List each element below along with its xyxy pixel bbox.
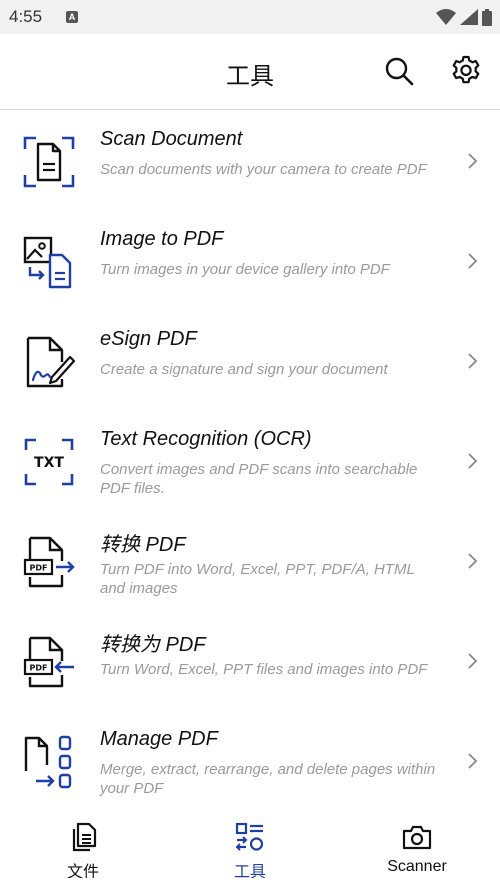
tool-title: 转换为 PDF [100,634,206,656]
pdf-badge-text: PDF [30,564,48,573]
bottom-nav: 文件 工具 Scanner [0,810,500,881]
tools-icon [235,822,264,851]
tool-manage-pdf[interactable]: Manage PDF Merge, extract, rearrange, an… [0,711,500,811]
signal-icon [460,9,478,25]
chevron-right-icon [468,553,478,569]
tool-convert-pdf[interactable]: PDF 转换 PDF Turn PDF into Word, Excel, PP… [0,511,500,611]
status-icons [436,8,492,26]
tool-description: Convert images and PDF scans into search… [100,461,418,497]
chevron-right-icon [468,453,478,469]
scan-document-icon [23,136,75,188]
app-header: 工具 [0,34,500,110]
tool-esign-pdf[interactable]: eSign PDF Create a signature and sign yo… [0,311,500,411]
pdf-badge-text: PDF [30,664,48,673]
chevron-right-icon [468,353,478,369]
image-to-pdf-icon [23,236,72,289]
chevron-right-icon [468,753,478,769]
tool-description: Create a signature and sign your documen… [100,361,388,378]
status-bar: 4:55 A [0,0,500,34]
home-indicator [0,878,500,888]
tool-title: Manage PDF [100,728,218,750]
tool-list: Scan Document Scan documents with your c… [0,111,500,811]
nav-files[interactable]: 文件 [0,810,166,881]
convert-pdf-icon: PDF [23,536,75,588]
tool-description: Turn Word, Excel, PPT files and images i… [100,661,428,678]
tool-title: eSign PDF [100,328,197,350]
nav-tools[interactable]: 工具 [167,810,333,881]
nav-scanner[interactable]: Scanner [334,810,500,878]
nav-label: Scanner [387,858,447,875]
settings-button[interactable] [449,54,483,88]
tool-title: 转换 PDF [100,534,186,556]
notification-icon: A [66,11,78,23]
tool-description: Turn PDF into Word, Excel, PPT, PDF/A, H… [100,561,415,597]
manage-pdf-icon [24,735,72,789]
chevron-right-icon [468,153,478,169]
tool-text-recognition[interactable]: TXT Text Recognition (OCR) Convert image… [0,411,500,511]
tool-image-to-pdf[interactable]: Image to PDF Turn images in your device … [0,211,500,311]
tool-description: Merge, extract, rearrange, and delete pa… [100,761,436,797]
convert-to-pdf-icon: PDF [23,636,74,688]
chevron-right-icon [468,253,478,269]
chevron-right-icon [468,653,478,669]
tool-title: Scan Document [100,128,243,150]
tool-title: Image to PDF [100,228,224,250]
wifi-icon [436,9,456,25]
page-title: 工具 [226,63,274,90]
ocr-icon: TXT [24,438,74,486]
search-icon [385,57,414,86]
tool-title: Text Recognition (OCR) [100,428,312,450]
tool-convert-to-pdf[interactable]: PDF 转换为 PDF Turn Word, Excel, PPT files … [0,611,500,711]
ocr-icon-text: TXT [34,455,64,471]
gear-icon [452,55,480,84]
tool-scan-document[interactable]: Scan Document Scan documents with your c… [0,111,500,211]
tool-description: Turn images in your device gallery into … [100,261,390,278]
status-time: 4:55 [9,7,43,26]
files-icon [72,822,97,852]
search-button[interactable] [382,54,416,88]
battery-icon [482,8,492,26]
tool-description: Scan documents with your camera to creat… [100,161,427,178]
esign-icon [26,336,76,388]
camera-icon [402,825,432,850]
